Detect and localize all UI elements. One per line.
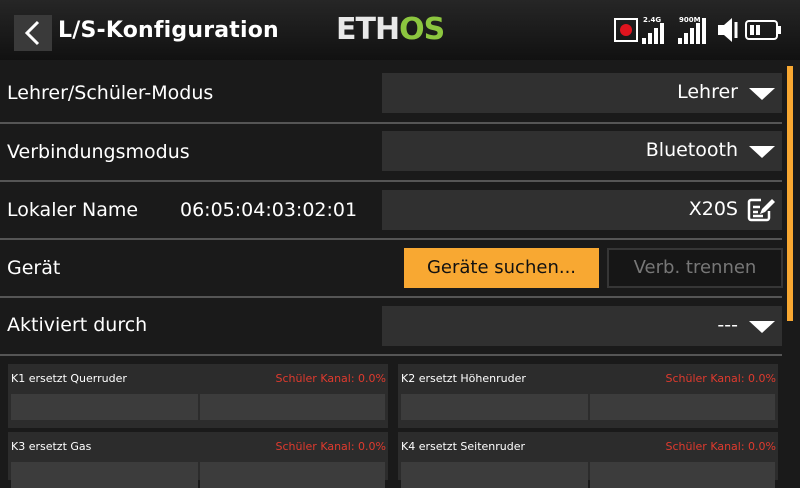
signal-bars-icon — [678, 18, 706, 44]
record-icon — [614, 18, 638, 42]
channel-bar-right — [590, 394, 775, 420]
activated-select[interactable]: --- — [382, 306, 782, 346]
speaker-mute-icon[interactable] — [716, 14, 742, 46]
channel-panel[interactable]: K1 ersetzt Querruder Schüler Kanal: 0.0% — [8, 364, 388, 428]
channel-panel[interactable]: K4 ersetzt Seitenruder Schüler Kanal: 0.… — [398, 432, 778, 488]
channel-panel[interactable]: K3 ersetzt Gas Schüler Kanal: 0.0% — [8, 432, 388, 488]
channel-title: K4 ersetzt Seitenruder — [401, 440, 526, 453]
channel-bar-right — [200, 394, 385, 420]
channel-panel[interactable]: K2 ersetzt Höhenruder Schüler Kanal: 0.0… — [398, 364, 778, 428]
channel-title: K2 ersetzt Höhenruder — [401, 372, 526, 385]
connection-select[interactable]: Bluetooth — [382, 131, 782, 171]
channel-bar-left — [401, 462, 588, 488]
logo-text-right: OS — [399, 12, 445, 47]
activated-label: Aktiviert durch — [7, 314, 148, 336]
chevron-down-icon — [749, 88, 775, 100]
channel-bar — [11, 394, 385, 420]
disconnect-button[interactable]: Verb. trennen — [607, 248, 783, 288]
channel-bar — [401, 462, 775, 488]
connection-value: Bluetooth — [645, 139, 738, 161]
signal-24g: 2.4G — [640, 14, 670, 46]
channel-bar — [11, 462, 385, 488]
channel-title: K1 ersetzt Querruder — [11, 372, 127, 385]
channel-status: Schüler Kanal: 0.0% — [665, 440, 777, 453]
local-address: 06:05:04:03:02:01 — [180, 199, 358, 221]
ethos-logo: ETHOS — [336, 12, 445, 47]
connection-label: Verbindungsmodus — [7, 141, 190, 163]
chevron-down-icon — [749, 146, 775, 158]
back-button[interactable] — [14, 15, 52, 51]
battery-icon — [745, 20, 781, 40]
row-activated: Aktiviert durch --- — [0, 298, 782, 356]
channel-status: Schüler Kanal: 0.0% — [275, 440, 387, 453]
channel-bar-right — [200, 462, 385, 488]
channel-bar — [401, 394, 775, 420]
local-name-field[interactable]: X20S — [382, 190, 782, 230]
row-local-name: Lokaler Name 06:05:04:03:02:01 X20S — [0, 182, 782, 240]
row-connection: Verbindungsmodus Bluetooth — [0, 124, 782, 182]
row-mode: Lehrer/Schüler-Modus Lehrer — [0, 66, 782, 124]
activated-value: --- — [717, 314, 738, 336]
search-devices-button[interactable]: Geräte suchen... — [404, 248, 599, 288]
local-name-label: Lokaler Name — [7, 199, 139, 221]
logo-text-left: ETH — [336, 12, 400, 47]
chevron-left-icon — [24, 20, 40, 46]
device-label: Gerät — [7, 257, 61, 279]
mode-value: Lehrer — [677, 81, 738, 103]
channel-bar-right — [590, 462, 775, 488]
local-name-value: X20S — [688, 198, 738, 220]
chevron-down-icon — [749, 321, 775, 333]
channel-bar-left — [11, 462, 198, 488]
channel-title: K3 ersetzt Gas — [11, 440, 92, 453]
channel-status: Schüler Kanal: 0.0% — [275, 372, 387, 385]
signal-900m: 900M — [676, 14, 710, 46]
page-title: L/S-Konfiguration — [58, 18, 279, 43]
channel-status: Schüler Kanal: 0.0% — [665, 372, 777, 385]
channel-bar-left — [11, 394, 198, 420]
edit-icon[interactable] — [746, 196, 778, 224]
scrollbar[interactable] — [787, 66, 793, 321]
signal-bars-icon — [642, 23, 664, 44]
channel-bar-left — [401, 394, 588, 420]
top-bar: L/S-Konfiguration ETHOS 2.4G 900M — [0, 0, 800, 60]
mode-select[interactable]: Lehrer — [382, 73, 782, 113]
mode-label: Lehrer/Schüler-Modus — [7, 82, 214, 104]
